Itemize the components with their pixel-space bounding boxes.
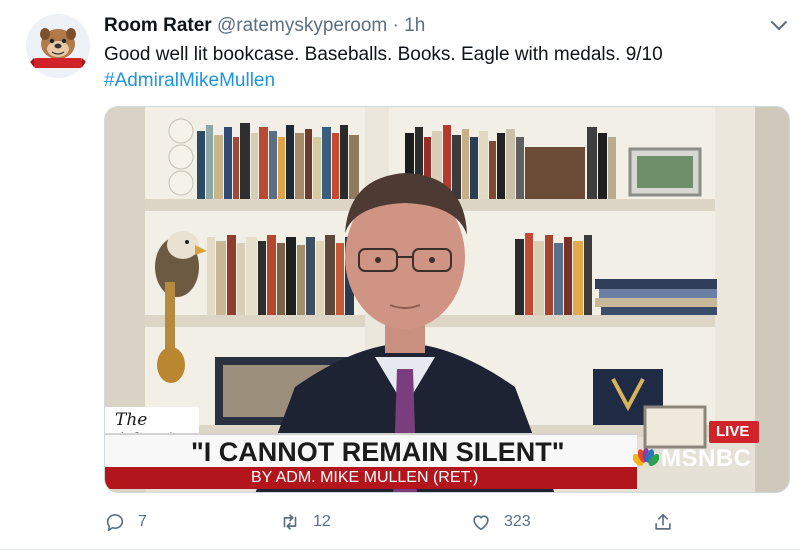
like-icon: [473, 515, 489, 531]
reply-icon: [106, 514, 124, 532]
room-rater-logo: [26, 14, 90, 78]
network-text: MSNBC: [661, 445, 752, 472]
reply-count: 7: [138, 513, 147, 530]
byline-banner: BY ADM. MIKE MULLEN (RET.): [105, 467, 637, 489]
peacock-icon: [633, 448, 659, 466]
byline-text: BY ADM. MIKE MULLEN (RET.): [251, 469, 479, 486]
tweet-actions: 7 12 323: [104, 508, 784, 536]
timestamp[interactable]: 1h: [404, 15, 425, 36]
like-count: 323: [504, 513, 531, 530]
reply-button[interactable]: 7: [104, 508, 147, 536]
share-icon: [655, 513, 671, 530]
retweet-count: 12: [313, 513, 331, 530]
retweet-icon: [283, 514, 297, 530]
avatar[interactable]: [26, 14, 90, 78]
tweet-text: Good well lit bookcase. Baseballs. Books…: [104, 42, 784, 94]
tweet-header: Room Rater @ratemyskyperoom · 1h: [104, 14, 425, 38]
tweet-card[interactable]: Room Rater @ratemyskyperoom · 1h Good we…: [0, 0, 800, 552]
tweet-media[interactable]: The Atlantic "I CANNOT REMAIN SILENT" BY…: [104, 106, 790, 493]
hashtag-link[interactable]: #AdmiralMikeMullen: [104, 68, 784, 94]
tweet-divider: [0, 549, 800, 550]
author-handle[interactable]: @ratemyskyperoom: [217, 15, 387, 36]
retweet-button[interactable]: 12: [279, 508, 331, 536]
tweet-body: Good well lit bookcase. Baseballs. Books…: [104, 44, 663, 65]
separator-dot: ·: [392, 15, 399, 36]
network-logo: MSNBC: [633, 443, 759, 473]
author-name[interactable]: Room Rater: [104, 15, 212, 36]
chevron-down-icon: [771, 21, 787, 30]
share-button[interactable]: [652, 508, 686, 536]
like-button[interactable]: 323: [470, 508, 531, 536]
headline-text: "I CANNOT REMAIN SILENT": [191, 437, 565, 467]
live-badge: LIVE: [709, 421, 759, 443]
live-label: LIVE: [716, 423, 750, 440]
headline-banner: "I CANNOT REMAIN SILENT": [105, 433, 637, 467]
more-options-button[interactable]: [768, 18, 790, 34]
